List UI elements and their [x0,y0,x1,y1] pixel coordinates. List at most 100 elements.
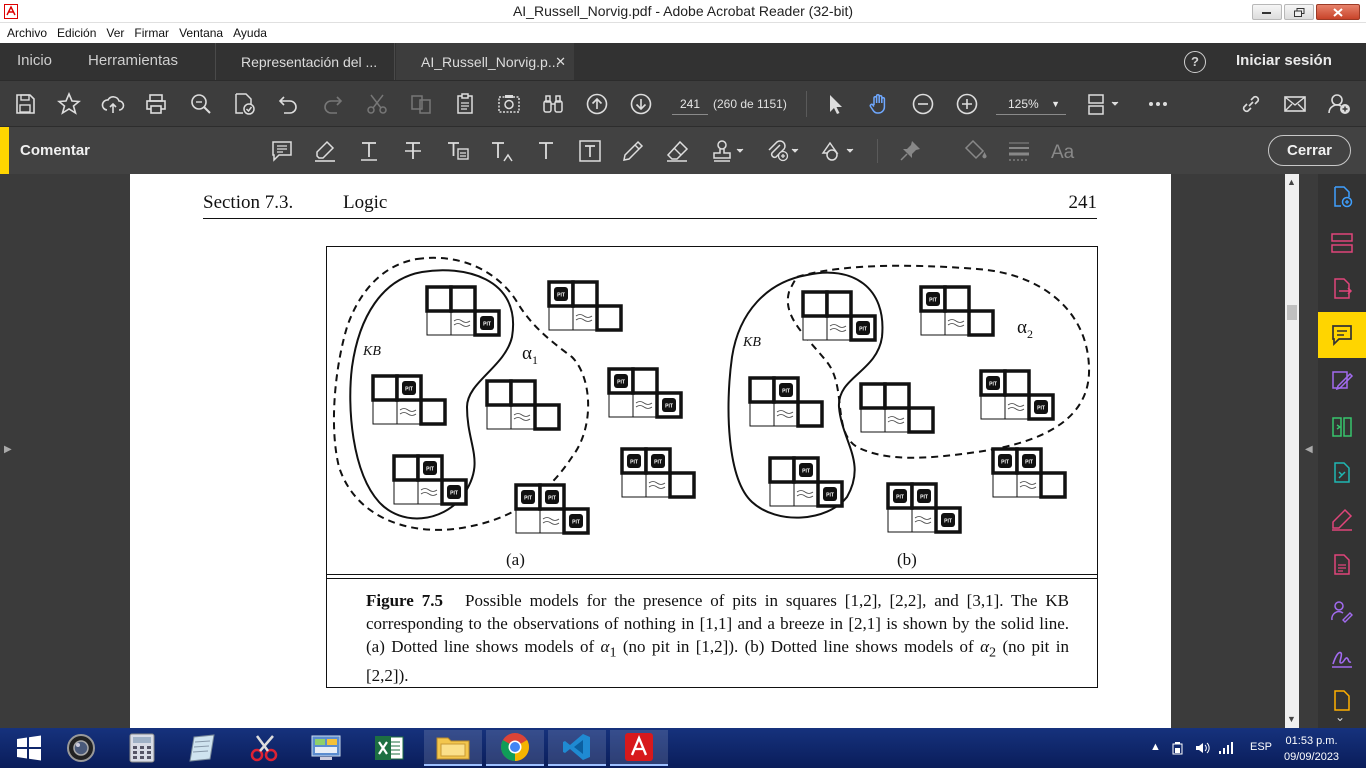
volume-icon[interactable] [1195,741,1211,755]
organize-pages-icon[interactable] [1330,231,1354,255]
print-icon[interactable] [144,92,168,116]
page-layout-icon[interactable] [1086,92,1122,116]
share-link-icon[interactable] [1239,92,1263,116]
comment-icon[interactable] [1330,323,1354,347]
font-size-icon[interactable]: Aa [1051,139,1079,163]
taskbar-control-panel[interactable] [297,730,355,766]
hand-tool-icon[interactable] [867,92,891,116]
figure-caption-rule [327,574,1097,579]
scrollbar-thumb[interactable] [1287,305,1297,320]
page-up-icon[interactable] [585,92,609,116]
tab-tools[interactable]: Herramientas [88,52,178,69]
stamp-icon[interactable] [710,139,746,163]
taskbar-clock[interactable]: 01:53 p.m. 09/09/2023 [1284,733,1339,765]
upload-cloud-icon[interactable] [101,92,125,116]
pencil-icon[interactable] [621,139,645,163]
compress-icon[interactable] [1330,415,1354,439]
bookmark-star-icon[interactable] [56,91,82,116]
document-tab-ai-russell-norvig[interactable]: AI_Russell_Norvig.p... ✕ [396,43,574,80]
text-box-icon[interactable] [578,139,602,163]
taskbar-camera-app[interactable] [52,730,110,766]
find-binoculars-icon[interactable] [541,92,565,116]
highlight-icon[interactable] [313,139,337,163]
email-icon[interactable] [1283,92,1307,116]
copy-icon[interactable] [409,92,433,116]
taskbar-calculator[interactable] [113,730,171,766]
cut-icon[interactable] [365,92,389,116]
close-comment-button[interactable]: Cerrar [1268,135,1351,166]
page-down-icon[interactable] [629,92,653,116]
shapes-icon[interactable] [820,139,856,163]
taskbar-file-explorer[interactable] [424,730,482,766]
edit-pdf-tool-icon[interactable] [1330,369,1354,393]
save-icon[interactable] [13,92,37,116]
start-button[interactable] [0,730,58,766]
fill-sign-icon[interactable] [1330,507,1354,531]
attach-icon[interactable] [765,139,801,163]
tab-home[interactable]: Inicio [17,52,52,69]
menu-firmar[interactable]: Firmar [129,26,174,40]
taskbar-chrome[interactable] [486,730,544,766]
document-viewer: ▶ Section 7.3. Logic 241 KB α1 KB α2 PIT… [0,174,1318,728]
line-weight-icon[interactable] [1007,139,1031,163]
edit-pdf-icon[interactable] [232,92,256,116]
more-icon[interactable] [1146,92,1170,116]
protect-icon[interactable] [1330,553,1354,577]
menu-ver[interactable]: Ver [101,26,129,40]
taskbar-vscode[interactable] [548,730,606,766]
zoom-in-icon[interactable] [955,92,979,116]
fill-color-icon[interactable] [963,139,987,163]
taskbar-notes[interactable] [174,730,232,766]
taskbar-snipping-tool[interactable] [236,730,294,766]
right-tools-panel: ⌄ [1318,174,1366,728]
request-signature-icon[interactable] [1330,599,1354,623]
close-tab-icon[interactable]: ✕ [555,54,566,70]
strikethrough-icon[interactable] [401,139,425,163]
undo-icon[interactable] [276,92,300,116]
sticky-note-icon[interactable] [270,139,294,163]
convert-icon[interactable] [1330,461,1354,485]
add-user-icon[interactable] [1327,92,1351,116]
help-button[interactable]: ? [1184,51,1206,73]
keyboard-language[interactable]: ESP [1250,741,1272,753]
search-zoom-icon[interactable] [189,92,213,116]
zoom-level-select[interactable]: 125% ▼ [996,93,1066,115]
svg-text:PIT: PIT [483,322,491,328]
right-panel-toggle-icon[interactable]: ◀ [1305,444,1313,455]
close-window-button[interactable] [1316,4,1360,20]
select-cursor-icon[interactable] [824,92,848,116]
acrobat-icon [625,733,653,761]
taskbar-acrobat[interactable] [610,730,668,766]
menu-ventana[interactable]: Ventana [174,26,228,40]
sign-icon[interactable] [1330,645,1354,669]
eraser-icon[interactable] [665,139,689,163]
paste-icon[interactable] [453,92,477,116]
add-text-icon[interactable] [534,139,558,163]
minimize-button[interactable] [1252,4,1282,20]
menu-archivo[interactable]: Archivo [2,26,52,40]
vertical-scrollbar[interactable]: ▲ ▼ [1285,174,1299,728]
page-number-input[interactable]: 241 [672,93,708,115]
left-panel-toggle-icon[interactable]: ▶ [4,444,12,455]
taskbar-excel[interactable] [360,730,418,766]
text-underline-icon[interactable] [357,139,381,163]
document-tab-representacion[interactable]: Representación del ... [215,43,395,80]
wifi-signal-icon[interactable] [1218,741,1234,755]
zoom-out-icon[interactable] [911,92,935,116]
replace-text-icon[interactable] [446,139,470,163]
redo-icon[interactable] [321,92,345,116]
tray-expand-icon[interactable]: ▲ [1150,741,1161,753]
restore-button[interactable] [1284,4,1314,20]
scroll-up-icon[interactable]: ▲ [1287,177,1296,187]
menu-ayuda[interactable]: Ayuda [228,26,272,40]
pin-icon[interactable] [898,139,922,163]
menu-edicion[interactable]: Edición [52,26,101,40]
snapshot-icon[interactable] [497,92,521,116]
panel-scroll-down-icon[interactable]: ⌄ [1335,710,1345,724]
create-pdf-icon[interactable] [1330,185,1354,209]
sign-in-button[interactable]: Iniciar sesión [1236,52,1332,69]
scroll-down-icon[interactable]: ▼ [1287,714,1296,724]
export-pdf-icon[interactable] [1330,277,1354,301]
insert-text-icon[interactable] [490,139,514,163]
network-battery-icon[interactable] [1172,741,1188,755]
